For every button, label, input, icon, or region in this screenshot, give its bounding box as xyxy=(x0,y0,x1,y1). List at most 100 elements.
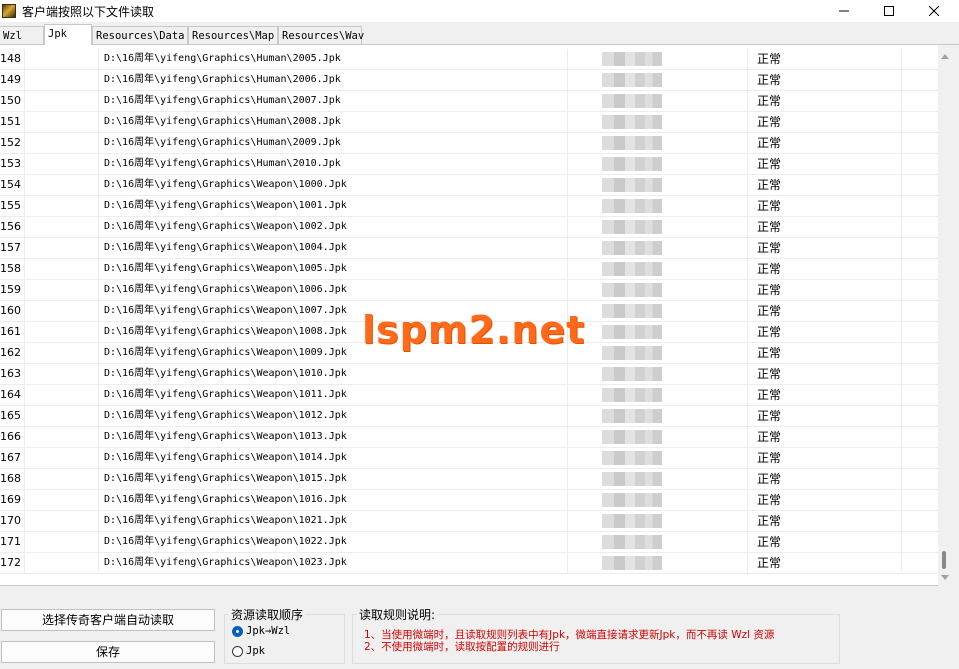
redacted-blur xyxy=(602,157,662,171)
table-row[interactable]: 157 D:\16周年\yifeng\Graphics\Weapon\1004.J… xyxy=(0,238,938,259)
file-path: D:\16周年\yifeng\Graphics\Human\2005.Jpk xyxy=(99,49,568,69)
redacted-blur xyxy=(602,472,662,486)
redacted-cell xyxy=(568,301,748,321)
row-number: 160 xyxy=(0,301,25,321)
tab-wzl[interactable]: Wzl xyxy=(0,26,44,44)
row-blank-cell xyxy=(25,112,99,132)
row-number: 151 xyxy=(0,112,25,132)
table-row[interactable]: 156 D:\16周年\yifeng\Graphics\Weapon\1002.J… xyxy=(0,217,938,238)
redacted-cell xyxy=(568,511,748,531)
file-path: D:\16周年\yifeng\Graphics\Weapon\1001.Jpk xyxy=(99,196,568,216)
status-cell: 正常 xyxy=(748,112,902,132)
status-cell: 正常 xyxy=(748,343,902,363)
table-row[interactable]: 155 D:\16周年\yifeng\Graphics\Weapon\1001.J… xyxy=(0,196,938,217)
row-number: 163 xyxy=(0,364,25,384)
redacted-cell xyxy=(568,532,748,552)
radio-jpk-wzl-label: Jpk→Wzl xyxy=(246,625,291,637)
redacted-blur xyxy=(602,94,662,108)
table-row[interactable]: 170 D:\16周年\yifeng\Graphics\Weapon\1021.J… xyxy=(0,511,938,532)
table-row[interactable]: 150 D:\16周年\yifeng\Graphics\Human\2007.Jp… xyxy=(0,91,938,112)
auto-read-client-button[interactable]: 选择传奇客户端自动读取 xyxy=(1,609,215,631)
table-row[interactable]: 153 D:\16周年\yifeng\Graphics\Human\2010.Jp… xyxy=(0,154,938,175)
status-cell: 正常 xyxy=(748,196,902,216)
status-cell: 正常 xyxy=(748,322,902,342)
redacted-cell xyxy=(568,364,748,384)
tab-jpk[interactable]: Jpk xyxy=(44,24,92,45)
status-cell: 正常 xyxy=(748,70,902,90)
table-row[interactable]: 158 D:\16周年\yifeng\Graphics\Weapon\1005.J… xyxy=(0,259,938,280)
window-title: 客户端按照以下文件读取 xyxy=(22,4,155,19)
row-blank-cell xyxy=(25,490,99,510)
vertical-scrollbar[interactable] xyxy=(938,45,952,586)
file-path: D:\16周年\yifeng\Graphics\Weapon\1006.Jpk xyxy=(99,280,568,300)
redacted-blur xyxy=(602,451,662,465)
tab-resources-data[interactable]: Resources\Data xyxy=(92,26,188,44)
status-cell: 正常 xyxy=(748,154,902,174)
row-number: 161 xyxy=(0,322,25,342)
row-blank-cell xyxy=(25,259,99,279)
redacted-blur xyxy=(602,220,662,234)
table-row[interactable]: 167 D:\16周年\yifeng\Graphics\Weapon\1014.J… xyxy=(0,448,938,469)
redacted-blur xyxy=(602,493,662,507)
radio-jpk-wzl[interactable]: Jpk→Wzl xyxy=(232,625,290,637)
file-path: D:\16周年\yifeng\Graphics\Weapon\1000.Jpk xyxy=(99,175,568,195)
row-blank-cell xyxy=(25,301,99,321)
table-row[interactable]: 152 D:\16周年\yifeng\Graphics\Human\2009.Jp… xyxy=(0,133,938,154)
redacted-blur xyxy=(602,346,662,360)
table-row[interactable]: 163 D:\16周年\yifeng\Graphics\Weapon\1010.J… xyxy=(0,364,938,385)
table-row[interactable]: 148 D:\16周年\yifeng\Graphics\Human\2005.Jp… xyxy=(0,49,938,70)
maximize-button[interactable] xyxy=(866,0,912,22)
close-button[interactable] xyxy=(911,0,957,22)
redacted-cell xyxy=(568,343,748,363)
redacted-cell xyxy=(568,490,748,510)
row-blank-cell xyxy=(25,217,99,237)
save-button[interactable]: 保存 xyxy=(1,641,215,663)
table-row[interactable]: 149 D:\16周年\yifeng\Graphics\Human\2006.Jp… xyxy=(0,70,938,91)
table-row[interactable]: 171 D:\16周年\yifeng\Graphics\Weapon\1022.J… xyxy=(0,532,938,553)
table-row[interactable]: 172 D:\16周年\yifeng\Graphics\Weapon\1023.J… xyxy=(0,553,938,574)
file-path: D:\16周年\yifeng\Graphics\Weapon\1004.Jpk xyxy=(99,238,568,258)
redacted-cell xyxy=(568,49,748,69)
status-cell: 正常 xyxy=(748,469,902,489)
redacted-cell xyxy=(568,427,748,447)
row-blank-cell xyxy=(25,406,99,426)
table-row[interactable]: 166 D:\16周年\yifeng\Graphics\Weapon\1013.J… xyxy=(0,427,938,448)
row-number: 170 xyxy=(0,511,25,531)
redacted-blur xyxy=(602,73,662,87)
table-row[interactable]: 154 D:\16周年\yifeng\Graphics\Weapon\1000.J… xyxy=(0,175,938,196)
status-cell: 正常 xyxy=(748,301,902,321)
file-path: D:\16周年\yifeng\Graphics\Weapon\1014.Jpk xyxy=(99,448,568,468)
status-cell: 正常 xyxy=(748,91,902,111)
row-number: 172 xyxy=(0,553,25,573)
status-cell: 正常 xyxy=(748,133,902,153)
app-icon xyxy=(2,4,16,18)
radio-selected-icon xyxy=(232,625,243,637)
table-row[interactable]: 151 D:\16周年\yifeng\Graphics\Human\2008.Jp… xyxy=(0,112,938,133)
row-blank-cell xyxy=(25,553,99,573)
read-order-title: 资源读取顺序 xyxy=(229,606,306,623)
table-row[interactable]: 164 D:\16周年\yifeng\Graphics\Weapon\1011.J… xyxy=(0,385,938,406)
minimize-button[interactable] xyxy=(821,0,867,22)
file-path: D:\16周年\yifeng\Graphics\Weapon\1023.Jpk xyxy=(99,553,568,573)
scrollbar-thumb[interactable] xyxy=(942,551,946,569)
redacted-blur xyxy=(602,199,662,213)
tab-resources-map[interactable]: Resources\Map xyxy=(188,26,278,44)
redacted-blur xyxy=(602,241,662,255)
redacted-cell xyxy=(568,112,748,132)
table-row[interactable]: 159 D:\16周年\yifeng\Graphics\Weapon\1006.J… xyxy=(0,280,938,301)
row-blank-cell xyxy=(25,427,99,447)
row-blank-cell xyxy=(25,154,99,174)
row-blank-cell xyxy=(25,343,99,363)
redacted-cell xyxy=(568,154,748,174)
radio-jpk[interactable]: Jpk xyxy=(232,645,265,657)
table-row[interactable]: 165 D:\16周年\yifeng\Graphics\Weapon\1012.J… xyxy=(0,406,938,427)
redacted-blur xyxy=(602,262,662,276)
table-row[interactable]: 168 D:\16周年\yifeng\Graphics\Weapon\1015.J… xyxy=(0,469,938,490)
row-number: 155 xyxy=(0,196,25,216)
tab-resources-wav[interactable]: Resources\Wav xyxy=(278,26,364,44)
redacted-cell xyxy=(568,469,748,489)
redacted-cell xyxy=(568,259,748,279)
redacted-cell xyxy=(568,133,748,153)
table-row[interactable]: 169 D:\16周年\yifeng\Graphics\Weapon\1016.J… xyxy=(0,490,938,511)
row-number: 157 xyxy=(0,238,25,258)
